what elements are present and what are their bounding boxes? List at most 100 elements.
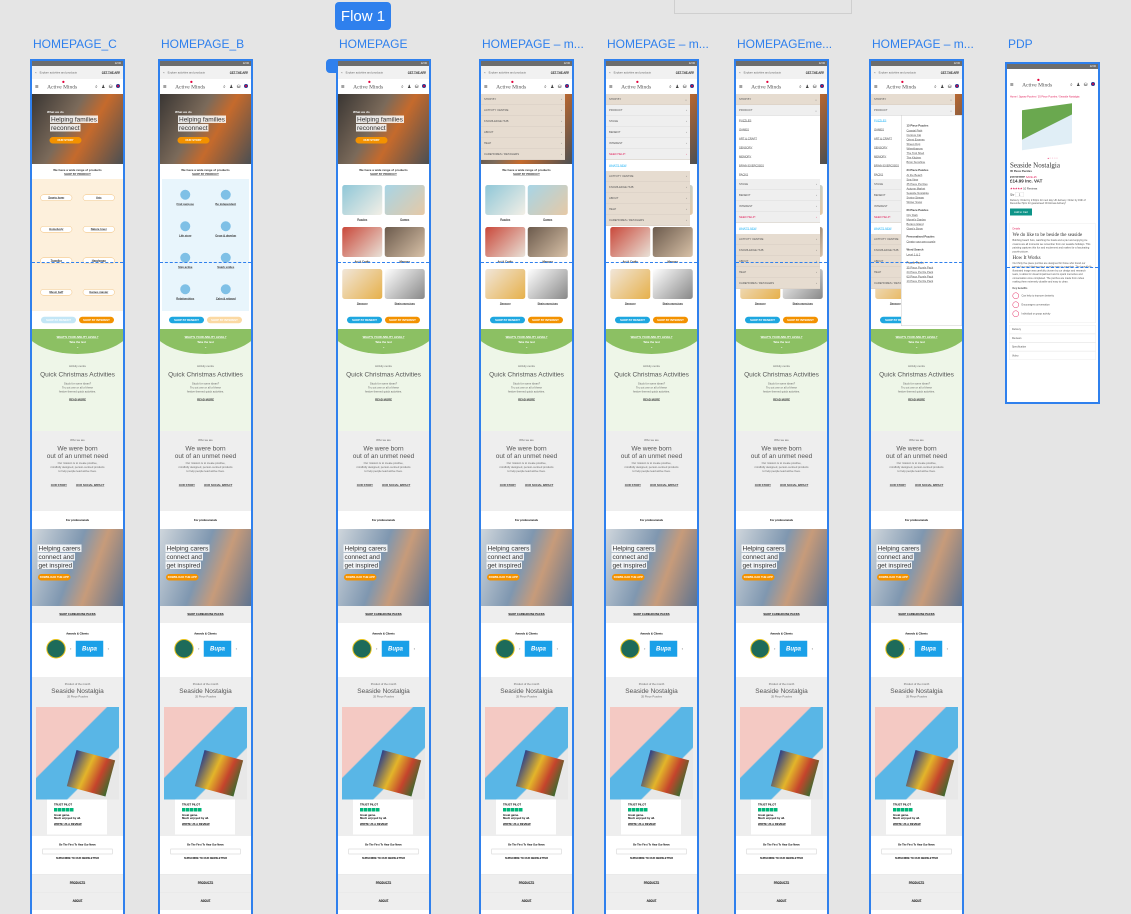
- interest-pill[interactable]: Arts: [82, 194, 115, 201]
- shop-by-interest-button[interactable]: SHOP BY INTEREST: [385, 316, 420, 324]
- chevron-right-icon[interactable]: ›: [682, 647, 683, 650]
- frame-label[interactable]: HOMEPAGE – m...: [482, 37, 584, 51]
- hamburger-menu-icon[interactable]: ☰: [1010, 82, 1014, 87]
- menu-item[interactable]: PRODUCT ⌄: [736, 105, 820, 116]
- shop-by-benefit-button[interactable]: SHOP BY BENEFIT: [615, 316, 650, 324]
- search-icon[interactable]: ⌕: [669, 84, 672, 89]
- footer-about-link[interactable]: ABOUT: [871, 892, 962, 910]
- homepage-frame[interactable]: 12:00 × Explore activities and products GE…: [869, 59, 964, 914]
- menu-item[interactable]: BRAIN EXERCISES: [736, 161, 820, 170]
- close-icon[interactable]: ×: [35, 71, 37, 74]
- menu-item[interactable]: ACTIVITY CENTRE ›: [606, 171, 690, 182]
- section-title[interactable]: Seaside Nostalgia: [736, 687, 827, 695]
- account-icon[interactable]: ♟: [407, 84, 411, 89]
- subscribe-button[interactable]: SUBSCRIBE TO OUR NEWSLETTER: [338, 857, 429, 860]
- menu-item[interactable]: STAGE ›: [736, 179, 820, 190]
- uk-flag-icon[interactable]: [690, 83, 694, 88]
- ability-title[interactable]: WHAT'S YOUR ABILITY LEVEL?: [185, 336, 227, 339]
- menu-item[interactable]: ACTIVITY CENTRE ›: [736, 234, 820, 245]
- account-icon[interactable]: ♟: [101, 84, 105, 89]
- shop-by-interest-button[interactable]: SHOP BY INTEREST: [79, 316, 114, 324]
- our-story-button[interactable]: OUR STORY: [355, 137, 388, 144]
- write-review-link[interactable]: WRITE US A REVIEW: [503, 823, 531, 826]
- footer-about-link[interactable]: ABOUT: [338, 892, 429, 910]
- newsletter-email-input[interactable]: [42, 848, 113, 855]
- benefit-item[interactable]: Stay active: [167, 252, 205, 269]
- ability-title[interactable]: WHAT'S YOUR ABILITY LEVEL?: [761, 336, 803, 339]
- shop-carehouse-packs-link[interactable]: SHOP CAREHOUSE PACKS: [481, 606, 572, 623]
- product-image[interactable]: [342, 707, 425, 800]
- hamburger-menu-icon[interactable]: ☰: [609, 84, 613, 89]
- menu-item[interactable]: INTEREST ›: [736, 201, 820, 212]
- ability-title[interactable]: WHAT'S YOUR ABILITY LEVEL?: [57, 336, 99, 339]
- active-minds-logo[interactable]: Active Minds: [751, 80, 781, 90]
- homepage-frame[interactable]: 12:00 × Explore activities and products GE…: [336, 59, 431, 914]
- flyout-group-title[interactable]: Word Search: [907, 248, 957, 251]
- chevron-left-icon[interactable]: ‹: [644, 647, 645, 650]
- hamburger-menu-icon[interactable]: ☰: [163, 84, 167, 89]
- subscribe-button[interactable]: SUBSCRIBE TO OUR NEWSLETTER: [606, 857, 697, 860]
- homepage-frame[interactable]: 12:00 × Explore activities and products GE…: [604, 59, 699, 914]
- close-icon[interactable]: ×: [609, 71, 611, 74]
- subscribe-button[interactable]: SUBSCRIBE TO OUR NEWSLETTER: [481, 857, 572, 860]
- frame-label[interactable]: HOMEPAGE_B: [161, 37, 244, 51]
- interest-pill[interactable]: Homebody: [40, 226, 73, 233]
- flyout-link[interactable]: Winter Snow: [907, 200, 957, 205]
- menu-item[interactable]: CAREHOMES / RETAILERS ›: [736, 278, 820, 289]
- menu-item[interactable]: ABOUT ›: [481, 127, 565, 138]
- menu-item[interactable]: NEED HELP! ›: [606, 149, 690, 160]
- uk-flag-icon[interactable]: [955, 83, 959, 88]
- interest-pill[interactable]: Music buff: [40, 289, 73, 296]
- newsletter-email-input[interactable]: [746, 848, 817, 855]
- close-icon[interactable]: ×: [163, 71, 165, 74]
- ability-test-banner[interactable]: WHAT'S YOUR ABILITY LEVEL? Take the test ⌄: [606, 329, 697, 359]
- menu-item[interactable]: HELP ›: [606, 204, 690, 215]
- read-more-link[interactable]: READ MORE: [773, 398, 790, 401]
- menu-item[interactable]: STAGE ›: [606, 116, 690, 127]
- shop-by-product-link[interactable]: SHOP BY PRODUCT: [481, 173, 572, 176]
- account-icon[interactable]: ♟: [1076, 82, 1080, 87]
- frame-label[interactable]: HOMEPAGE_C: [33, 37, 117, 51]
- download-app-button[interactable]: DOWNLOAD THE APP: [742, 574, 775, 581]
- subscribe-button[interactable]: SUBSCRIBE TO OUR NEWSLETTER: [736, 857, 827, 860]
- menu-item[interactable]: WHAT'S NEW: [606, 160, 690, 171]
- write-review-link[interactable]: WRITE US A REVIEW: [54, 823, 82, 826]
- uk-flag-icon[interactable]: [1091, 81, 1095, 86]
- ability-test-banner[interactable]: WHAT'S YOUR ABILITY LEVEL? Take the test ⌄: [481, 329, 572, 359]
- subscribe-button[interactable]: SUBSCRIBE TO OUR NEWSLETTER: [871, 857, 962, 860]
- benefit-item[interactable]: Find purpose: [167, 189, 205, 206]
- chevron-left-icon[interactable]: ‹: [519, 647, 520, 650]
- shop-by-benefit-button[interactable]: SHOP BY BENEFIT: [347, 316, 382, 324]
- active-minds-logo[interactable]: Active Minds: [353, 80, 383, 90]
- section-title[interactable]: Seaside Nostalgia: [871, 687, 962, 695]
- shop-by-product-link[interactable]: SHOP BY PRODUCT: [338, 173, 429, 176]
- menu-item[interactable]: SHOP BY ⌄: [606, 94, 690, 105]
- footer-products-link[interactable]: PRODUCTS: [606, 874, 697, 892]
- accordion-item[interactable]: Video: [1009, 351, 1096, 360]
- active-minds-logo[interactable]: Active Minds: [621, 80, 651, 90]
- close-icon[interactable]: ×: [341, 71, 343, 74]
- chevron-left-icon[interactable]: ‹: [376, 647, 377, 650]
- benefit-item[interactable]: Calm & relaxed: [207, 284, 245, 300]
- close-icon[interactable]: ×: [484, 71, 486, 74]
- shop-carehouse-packs-link[interactable]: SHOP CAREHOUSE PACKS: [338, 606, 429, 623]
- chevron-left-icon[interactable]: ‹: [198, 647, 199, 650]
- add-to-cart-button[interactable]: Add to Cart: [1010, 208, 1032, 216]
- account-icon[interactable]: ♟: [940, 84, 944, 89]
- our-story-link[interactable]: OUR STORY: [179, 484, 195, 487]
- homepage-frame[interactable]: 12:00 × Explore activities and products GE…: [158, 59, 253, 914]
- hamburger-menu-icon[interactable]: ☰: [341, 84, 345, 89]
- our-story-link[interactable]: OUR STORY: [890, 484, 906, 487]
- write-review-link[interactable]: WRITE US A REVIEW: [628, 823, 656, 826]
- active-minds-logo[interactable]: Active Minds: [175, 80, 205, 90]
- hamburger-menu-icon[interactable]: ☰: [874, 84, 878, 89]
- product-category-tile[interactable]: Games: [527, 185, 568, 221]
- newsletter-email-input[interactable]: [348, 848, 419, 855]
- our-story-link[interactable]: OUR STORY: [500, 484, 516, 487]
- newsletter-email-input[interactable]: [491, 848, 562, 855]
- reviews-link[interactable]: 10 Reviews: [1023, 187, 1037, 190]
- active-minds-logo[interactable]: Active Minds: [1022, 78, 1052, 88]
- download-app-button[interactable]: DOWNLOAD THE APP: [487, 574, 520, 581]
- flyout-link[interactable]: Brion Sunshine: [907, 160, 957, 165]
- interest-pill[interactable]: Games master: [82, 289, 115, 296]
